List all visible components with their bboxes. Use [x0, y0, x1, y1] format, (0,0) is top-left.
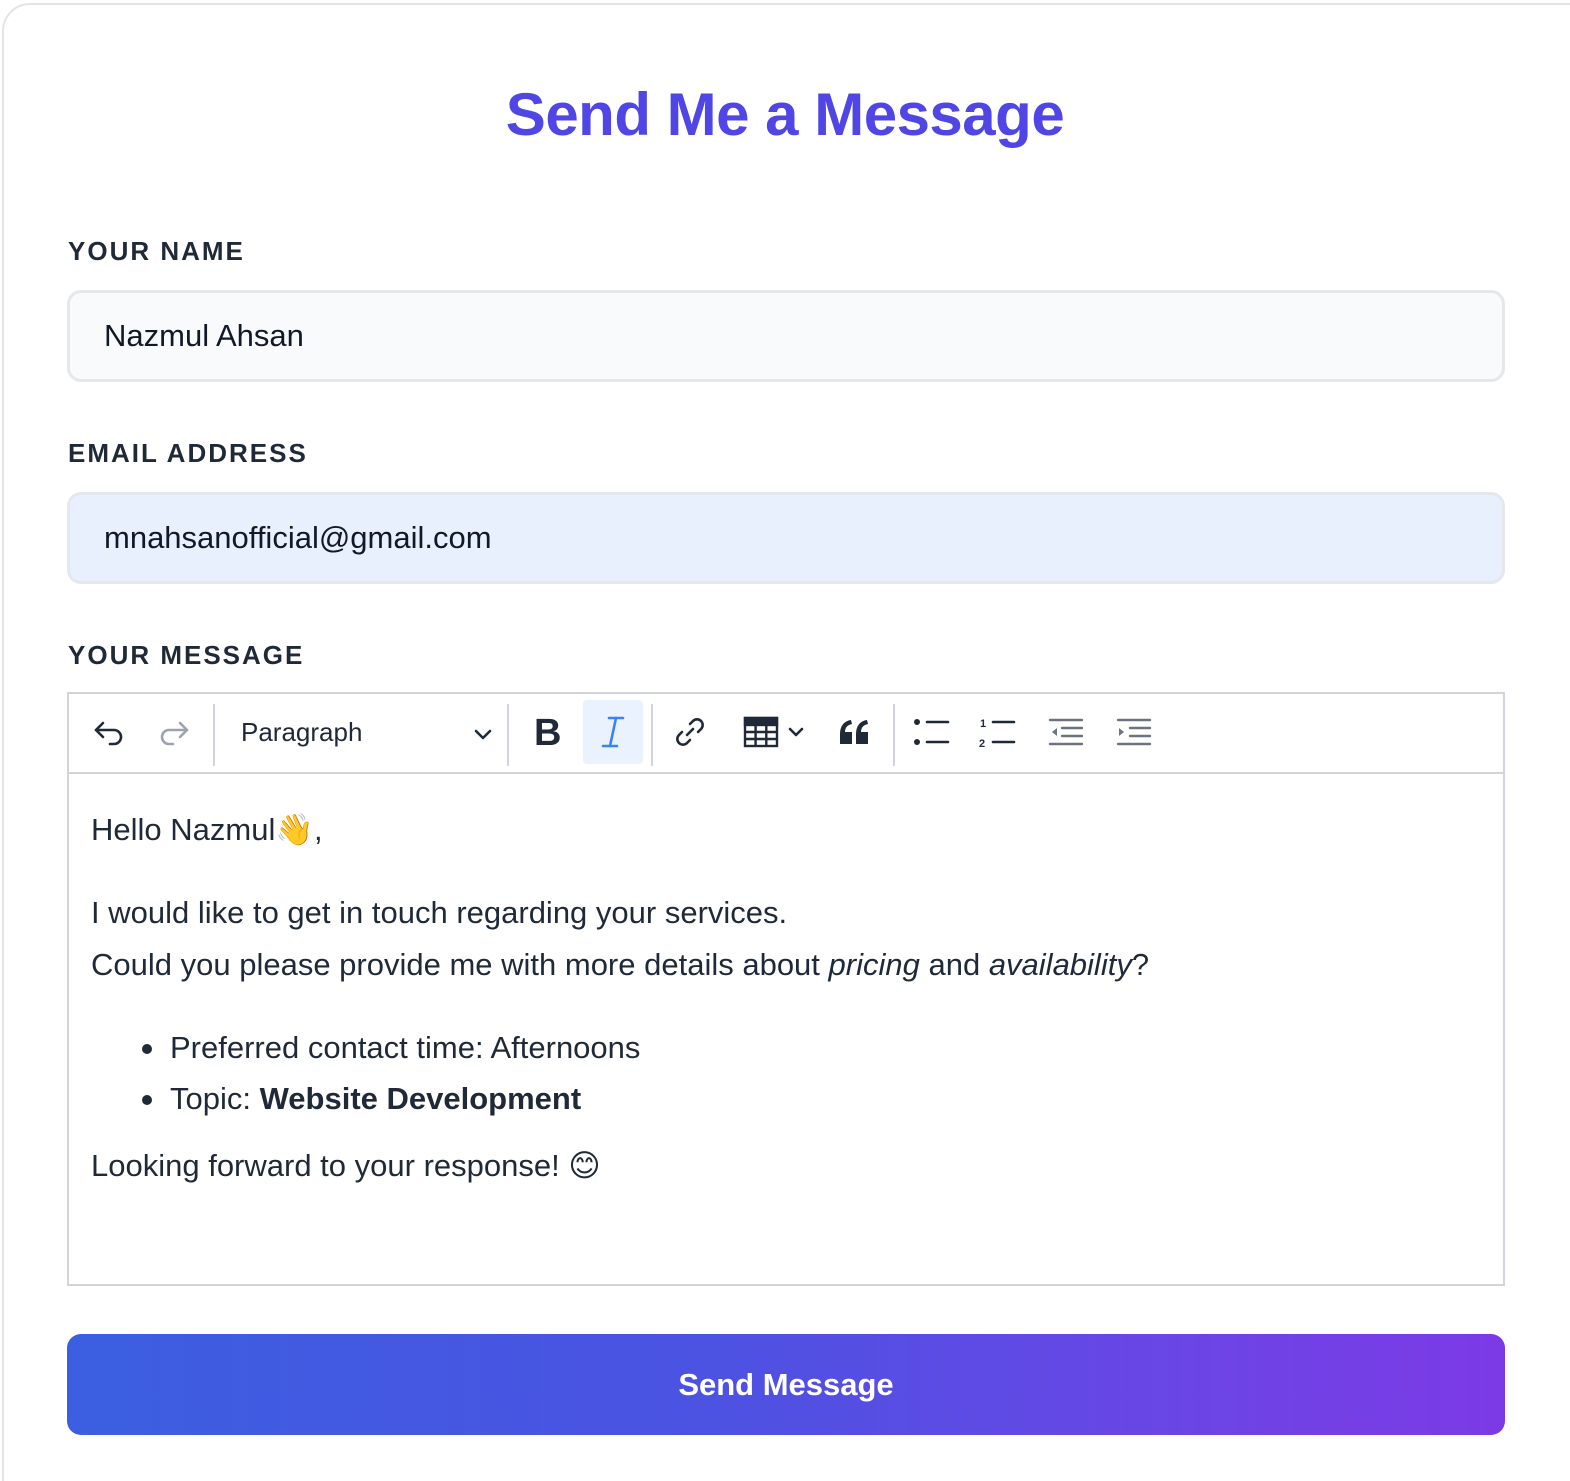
italic-button[interactable]	[583, 700, 643, 764]
message-bullet-list: Preferred contact time: Afternoons Topic…	[91, 1022, 1483, 1124]
table-button[interactable]	[731, 700, 817, 764]
availability-italic: availability	[988, 947, 1132, 982]
italic-icon	[599, 715, 627, 749]
svg-text:2: 2	[979, 738, 985, 748]
message-line-2-text: Could you please provide me with more de…	[91, 947, 829, 982]
svg-text:1: 1	[980, 718, 986, 730]
bulleted-list-icon	[913, 717, 951, 747]
bulleted-list-button[interactable]	[901, 700, 963, 764]
topic-bold: Website Development	[259, 1081, 582, 1116]
link-icon	[673, 715, 707, 749]
undo-icon	[92, 718, 126, 746]
pricing-italic: pricing	[828, 947, 920, 982]
smiling-face-emoji: 😊	[568, 1148, 601, 1183]
toolbar-separator	[651, 704, 653, 766]
blockquote-button[interactable]	[825, 700, 885, 764]
redo-button[interactable]	[144, 700, 204, 764]
greeting-punctuation: ,	[313, 812, 323, 847]
name-input-value: Nazmul Ahsan	[104, 318, 304, 353]
numbered-list-button[interactable]: 1 2	[967, 700, 1029, 764]
indent-icon	[1116, 717, 1152, 747]
bold-icon: B	[531, 715, 561, 749]
email-input-value: mnahsanofficial@gmail.com	[104, 520, 492, 555]
link-button[interactable]	[659, 700, 721, 764]
undo-button[interactable]	[79, 700, 139, 764]
indent-button[interactable]	[1103, 700, 1165, 764]
list-item: Preferred contact time: Afternoons	[142, 1022, 1483, 1073]
chevron-down-icon	[787, 726, 805, 738]
heading-select-value: Paragraph	[241, 716, 363, 747]
blockquote-icon	[838, 718, 872, 746]
message-line-2-and: and	[919, 947, 989, 982]
message-line-1: I would like to get in touch regarding y…	[91, 895, 788, 930]
message-label: YOUR MESSAGE	[68, 640, 305, 670]
greeting-line: Hello Nazmul👋,	[91, 804, 1483, 856]
outdent-button[interactable]	[1035, 700, 1097, 764]
editor-toolbar: Paragraph B 1 2	[69, 694, 1503, 774]
closing-text: Looking forward to your response!	[91, 1148, 569, 1183]
email-input[interactable]: mnahsanofficial@gmail.com	[67, 492, 1505, 584]
outdent-icon	[1048, 717, 1084, 747]
rich-text-editor: Paragraph B 1 2 Hello Nazmul👋, I would l…	[67, 692, 1505, 1286]
toolbar-separator	[893, 704, 895, 766]
numbered-list-icon: 1 2	[979, 716, 1017, 748]
message-line-2-end: ?	[1131, 947, 1150, 982]
table-icon	[743, 716, 779, 748]
list-item: Topic: Website Development	[142, 1073, 1483, 1124]
toolbar-separator	[213, 704, 215, 766]
email-label: EMAIL ADDRESS	[68, 438, 308, 468]
message-line-2: Could you please provide me with more de…	[91, 939, 1483, 991]
send-message-button[interactable]: Send Message	[67, 1334, 1505, 1435]
name-label: YOUR NAME	[68, 236, 245, 266]
waving-hand-emoji: 👋	[275, 812, 314, 847]
form-title: Send Me a Message	[505, 81, 1065, 148]
heading-select[interactable]: Paragraph	[221, 700, 511, 764]
topic-prefix: Topic:	[170, 1081, 260, 1116]
toolbar-separator	[507, 704, 509, 766]
editor-content[interactable]: Hello Nazmul👋, I would like to get in to…	[91, 804, 1483, 1192]
name-input[interactable]: Nazmul Ahsan	[67, 290, 1505, 382]
closing-line: Looking forward to your response! 😊	[91, 1140, 1483, 1192]
greeting-text: Hello Nazmul	[91, 812, 276, 847]
bold-button[interactable]: B	[516, 700, 576, 764]
redo-icon	[157, 718, 191, 746]
chevron-down-icon	[473, 717, 493, 748]
svg-text:B: B	[534, 715, 561, 749]
